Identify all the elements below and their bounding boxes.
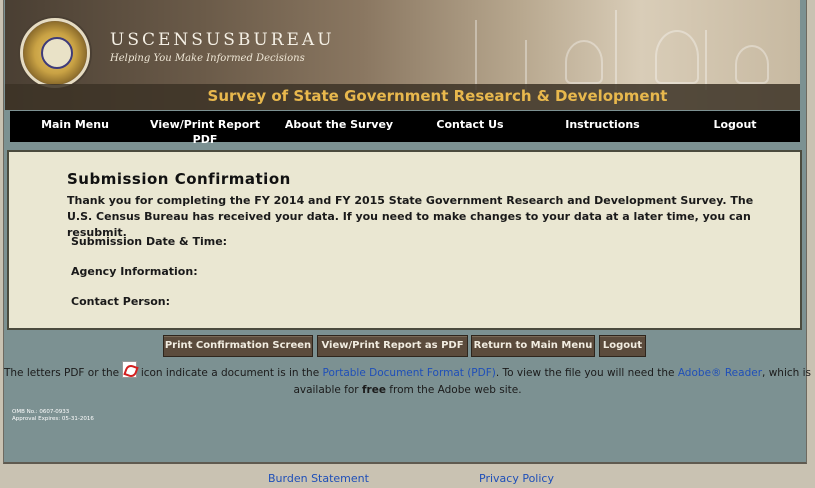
nav-view-print-report[interactable]: View/Print Report PDF	[145, 117, 265, 147]
flask-decoration	[565, 40, 603, 84]
free-emphasis: free	[361, 384, 386, 396]
pdf-file-icon	[122, 361, 138, 378]
confirmation-message: Thank you for completing the FY 2014 and…	[67, 194, 754, 239]
flask-decoration	[735, 45, 769, 84]
pdf-note-text: icon indicate a document is in the	[140, 367, 320, 379]
nav-contact-us[interactable]: Contact Us	[425, 117, 515, 132]
flask-decoration	[655, 30, 699, 84]
omb-expiration: Approval Expires: 05-31-2016	[12, 416, 94, 422]
submission-datetime-label: Submission Date & Time:	[71, 235, 228, 248]
contact-person-label: Contact Person:	[71, 295, 171, 308]
glassware-decoration	[705, 30, 707, 90]
view-print-pdf-button[interactable]: View/Print Report as PDF	[317, 335, 468, 357]
nav-main-menu[interactable]: Main Menu	[30, 117, 120, 132]
commerce-seal-logo	[20, 18, 90, 88]
page-title: Submission Confirmation	[67, 170, 291, 188]
survey-title: Survey of State Government Research & De…	[5, 84, 800, 110]
privacy-policy-link[interactable]: Privacy Policy	[479, 472, 554, 485]
logout-button[interactable]: Logout	[599, 335, 646, 357]
pdf-format-link[interactable]: Portable Document Format (PDF)	[323, 367, 496, 379]
agency-information-label: Agency Information:	[71, 265, 198, 278]
print-confirmation-button[interactable]: Print Confirmation Screen	[163, 335, 313, 357]
glassware-decoration	[525, 40, 527, 90]
pdf-notice: The letters PDF or the icon indicate a d…	[0, 361, 815, 399]
agency-name: USCENSUSBUREAU	[110, 30, 335, 50]
adobe-reader-link[interactable]: Adobe® Reader	[678, 367, 762, 379]
pdf-note-text: from the Adobe web site.	[389, 384, 522, 396]
footer: Burden Statement Privacy Policy	[0, 472, 815, 488]
omb-number: OMB No.: 0607-0933	[12, 409, 70, 415]
confirmation-panel: Submission Confirmation Thank you for co…	[7, 150, 802, 330]
burden-statement-link[interactable]: Burden Statement	[268, 472, 369, 485]
glassware-decoration	[615, 10, 617, 90]
seal-emblem	[41, 37, 73, 69]
return-main-menu-button[interactable]: Return to Main Menu	[471, 335, 595, 357]
pdf-note-text: The letters PDF or the	[3, 367, 120, 379]
main-nav: Main Menu View/Print Report PDF About th…	[10, 111, 800, 146]
agency-tagline: Helping You Make Informed Decisions	[110, 53, 305, 64]
omb-info: OMB No.: 0607-0933 Approval Expires: 05-…	[12, 409, 94, 423]
glassware-decoration	[475, 20, 477, 90]
pdf-note-text: . To view the file you will need the	[495, 367, 675, 379]
nav-logout[interactable]: Logout	[705, 117, 765, 132]
header-banner: USCENSUSBUREAU Helping You Make Informed…	[5, 0, 800, 110]
nav-instructions[interactable]: Instructions	[555, 117, 650, 132]
action-button-row: Print Confirmation Screen View/Print Rep…	[0, 335, 815, 357]
nav-about-survey[interactable]: About the Survey	[280, 117, 398, 132]
